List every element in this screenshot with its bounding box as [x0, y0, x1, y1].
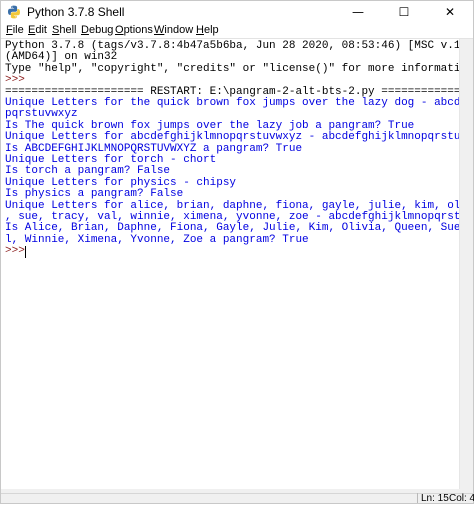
- menu-window[interactable]: Window: [154, 23, 193, 38]
- menu-shell[interactable]: Shell: [52, 23, 76, 38]
- close-icon: ✕: [444, 5, 456, 19]
- vertical-scrollbar[interactable]: [459, 39, 473, 489]
- shell-output-line: Is physics a pangram? False: [5, 188, 184, 201]
- menu-options[interactable]: Options: [115, 23, 153, 38]
- shell-output-line: Unique Letters for abcdefghijklmnopqrstu…: [5, 131, 459, 144]
- text-cursor: [25, 246, 26, 259]
- idle-shell-window: Python 3.7.8 Shell — ☐ ✕ File Edit Shell…: [0, 0, 474, 504]
- maximize-button[interactable]: ☐: [381, 1, 427, 23]
- shell-prompt: >>>: [5, 74, 32, 87]
- shell-output-line: Type "help", "copyright", "credits" or "…: [5, 62, 459, 75]
- window-title: Python 3.7.8 Shell: [27, 5, 125, 19]
- shell-prompt: >>>: [5, 245, 32, 258]
- minimize-icon: —: [352, 5, 364, 19]
- status-line-number: Ln: 15: [421, 493, 449, 504]
- maximize-icon: ☐: [398, 5, 410, 19]
- status-divider: [417, 493, 418, 503]
- shell-output-line: l, Winnie, Ximena, Yvonne, Zoe a pangram…: [5, 233, 309, 246]
- title-bar[interactable]: Python 3.7.8 Shell — ☐ ✕: [1, 1, 473, 23]
- python-icon: [8, 5, 20, 19]
- menu-debug[interactable]: Debug: [81, 23, 113, 38]
- status-column-number: Col: 4: [449, 493, 474, 504]
- minimize-button[interactable]: —: [335, 1, 381, 23]
- menu-help[interactable]: Help: [196, 23, 219, 38]
- status-bar: [1, 493, 473, 503]
- menu-bar: File Edit Shell Debug Options Window Hel…: [1, 23, 473, 38]
- menu-edit[interactable]: Edit: [28, 23, 47, 38]
- menu-file[interactable]: File: [6, 23, 24, 38]
- shell-text-area[interactable]: Python 3.7.8 (tags/v3.7.8:4b47a5b6ba, Ju…: [1, 39, 459, 489]
- close-button[interactable]: ✕: [427, 1, 473, 23]
